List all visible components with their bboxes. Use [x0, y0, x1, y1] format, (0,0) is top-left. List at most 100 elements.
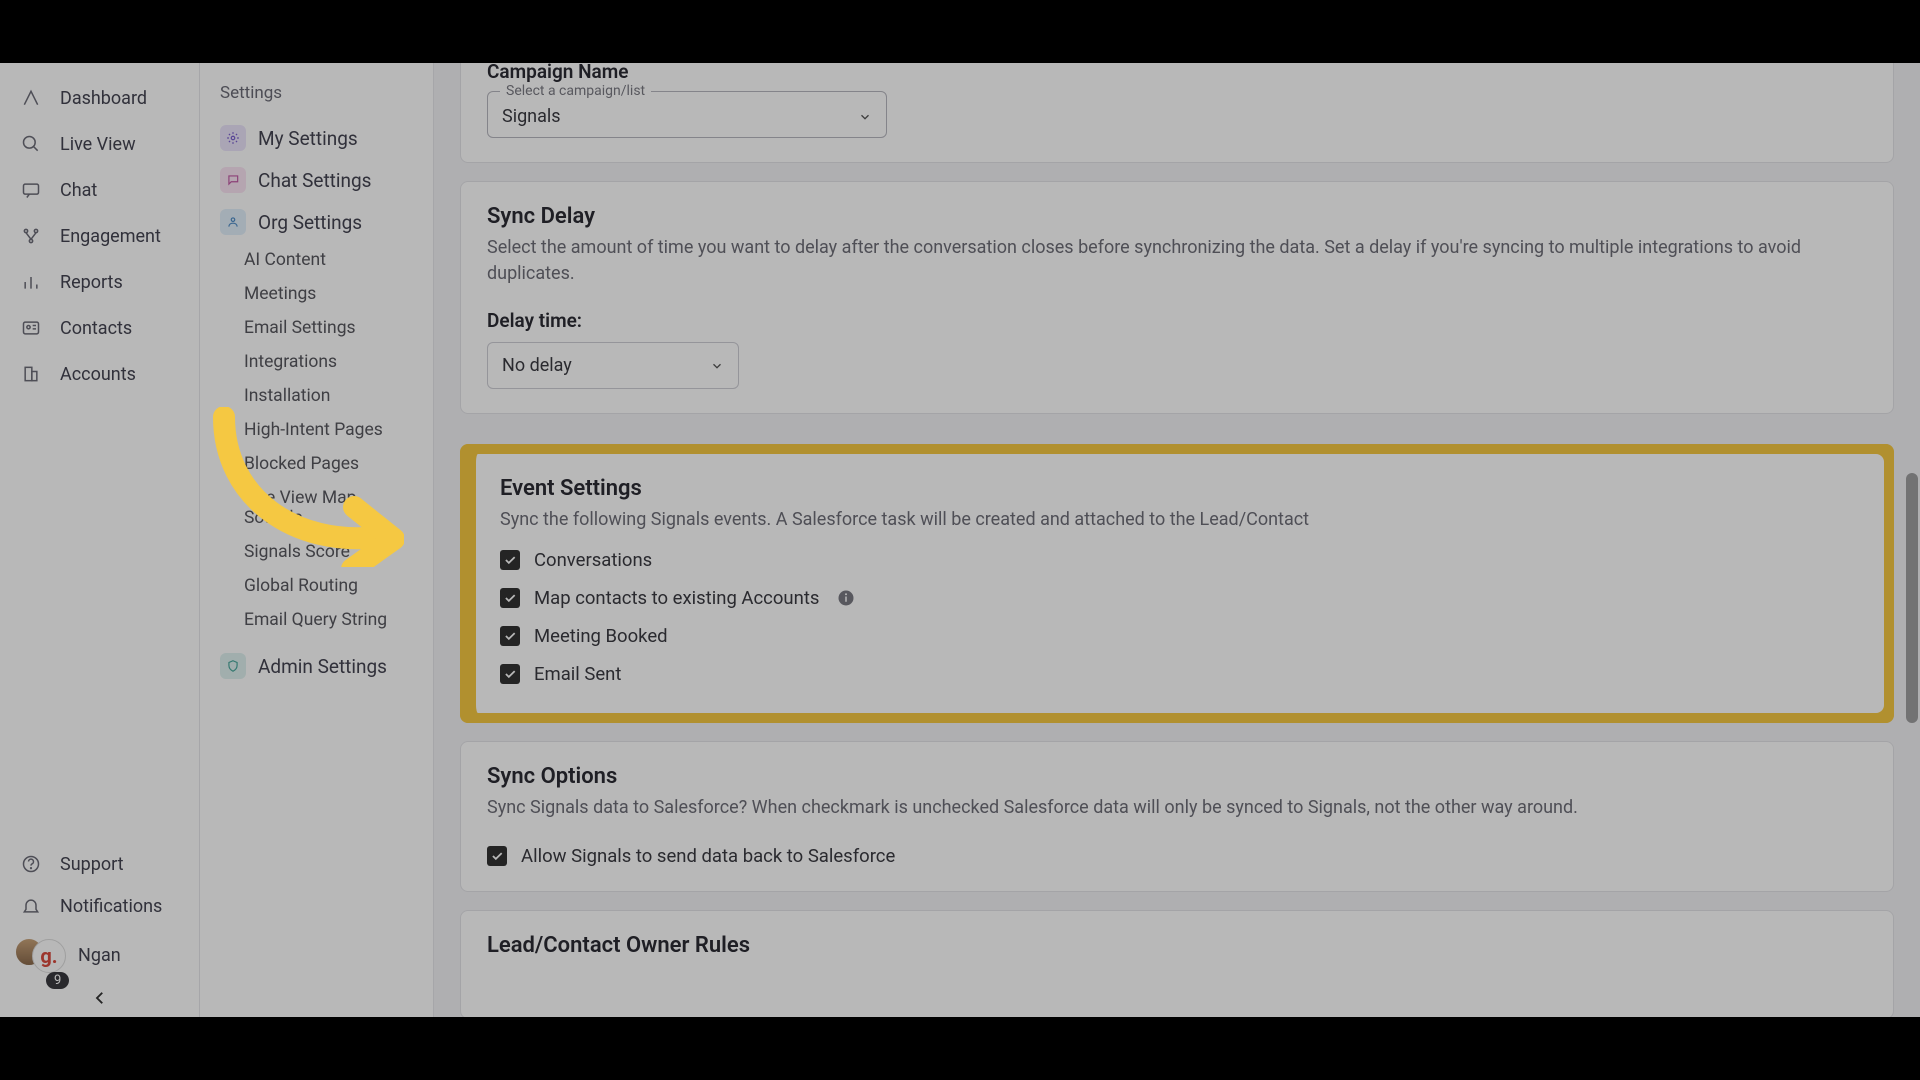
nav-label: Engagement: [60, 226, 161, 247]
nav-chat[interactable]: Chat: [0, 167, 199, 213]
event-row-email-sent: Email Sent: [500, 663, 1860, 685]
avatar-org: g.: [32, 939, 66, 973]
nav-label: Notifications: [60, 896, 162, 917]
collapse-nav-button[interactable]: [0, 983, 200, 1017]
scrollbar-thumb[interactable]: [1906, 473, 1918, 723]
sync-options-card: Sync Options Sync Signals data to Salesf…: [460, 741, 1894, 892]
cat-label: Org Settings: [258, 211, 362, 234]
event-settings-highlight: Event Settings Sync the following Signal…: [460, 444, 1894, 723]
sub-label: Signals Score: [244, 542, 350, 562]
app-viewport: Dashboard Live View Chat Engagement Repo…: [0, 63, 1920, 1017]
event-label: Conversations: [534, 549, 652, 571]
sub-label: Blocked Pages: [244, 454, 359, 474]
nav-label: Live View: [60, 134, 136, 155]
subnav-email-query[interactable]: Email Query String: [200, 603, 433, 637]
subnav-integrations[interactable]: Integrations: [200, 345, 433, 379]
checkbox-email-sent[interactable]: [500, 664, 520, 684]
avatar-initial: g.: [40, 944, 57, 968]
subnav-live-view-sounds[interactable]: Live View Map Sounds: [200, 481, 433, 535]
new-indicator-icon: •: [352, 532, 359, 557]
subnav-high-intent[interactable]: High-Intent Pages: [200, 413, 433, 447]
globe-search-icon: [20, 133, 42, 155]
chevron-down-icon: [858, 110, 872, 124]
cat-label: My Settings: [258, 127, 358, 150]
nav-reports[interactable]: Reports: [0, 259, 199, 305]
sub-label: Live View Map Sounds: [244, 488, 356, 528]
subnav-blocked-pages[interactable]: Blocked Pages: [200, 447, 433, 481]
logo-icon: [20, 87, 42, 109]
campaign-select[interactable]: Select a campaign/list Signals: [487, 91, 887, 138]
sub-label: High-Intent Pages: [244, 420, 383, 440]
checkbox-conversations[interactable]: [500, 550, 520, 570]
sync-options-row: Allow Signals to send data back to Sales…: [487, 845, 1867, 867]
nav-chat-settings[interactable]: Chat Settings: [200, 159, 433, 201]
checkbox-allow-send-back[interactable]: [487, 846, 507, 866]
subnav-email-settings[interactable]: Email Settings: [200, 311, 433, 345]
info-icon[interactable]: [837, 589, 855, 607]
cat-label: Chat Settings: [258, 169, 371, 192]
nav-label: Support: [60, 854, 124, 875]
checkbox-meeting-booked[interactable]: [500, 626, 520, 646]
event-label: Meeting Booked: [534, 625, 668, 647]
chevron-down-icon: [710, 359, 724, 373]
bell-icon: [20, 895, 42, 917]
nav-support[interactable]: Support: [0, 843, 200, 885]
contact-card-icon: [20, 317, 42, 339]
nav-dashboard[interactable]: Dashboard: [0, 75, 199, 121]
sync-options-title: Sync Options: [487, 764, 1867, 789]
settings-nav: Settings My Settings Chat Settings Org S…: [200, 63, 434, 1017]
nav-label: Accounts: [60, 364, 136, 385]
primary-nav: Dashboard Live View Chat Engagement Repo…: [0, 63, 200, 1017]
event-settings-title: Event Settings: [500, 476, 1860, 501]
person-icon: [220, 209, 246, 235]
nav-admin-settings[interactable]: Admin Settings: [200, 645, 433, 687]
delay-time-label: Delay time:: [487, 309, 1867, 332]
nav-engagement[interactable]: Engagement: [0, 213, 199, 259]
gear-icon: [220, 125, 246, 151]
event-row-conversations: Conversations: [500, 549, 1860, 571]
nav-accounts[interactable]: Accounts: [0, 351, 199, 397]
nav-notifications[interactable]: Notifications: [0, 885, 200, 927]
notification-count-badge: 9: [46, 972, 69, 989]
nav-label: Contacts: [60, 318, 132, 339]
subnav-ai-content[interactable]: AI Content: [200, 243, 433, 277]
nav-org-settings[interactable]: Org Settings: [200, 201, 433, 243]
subnav-global-routing[interactable]: Global Routing: [200, 569, 433, 603]
lead-owner-title: Lead/Contact Owner Rules: [487, 933, 1867, 958]
chat-bubble-icon: [220, 167, 246, 193]
delay-time-select[interactable]: No delay: [487, 342, 739, 389]
cat-label: Admin Settings: [258, 655, 387, 678]
checkbox-map-contacts[interactable]: [500, 588, 520, 608]
sub-label: Email Settings: [244, 318, 356, 338]
sub-label: Integrations: [244, 352, 337, 372]
nav-contacts[interactable]: Contacts: [0, 305, 199, 351]
campaign-name-label: Campaign Name: [487, 63, 1867, 83]
sync-delay-title: Sync Delay: [487, 204, 1867, 229]
delay-value: No delay: [502, 355, 572, 376]
event-row-meeting-booked: Meeting Booked: [500, 625, 1860, 647]
shield-user-icon: [220, 653, 246, 679]
sync-check-label: Allow Signals to send data back to Sales…: [521, 845, 895, 867]
subnav-signals-score[interactable]: Signals Score•: [200, 535, 433, 569]
sub-label: Installation: [244, 386, 330, 406]
help-icon: [20, 853, 42, 875]
nav-label: Dashboard: [60, 88, 147, 109]
nav-label: Chat: [60, 180, 97, 201]
subnav-installation[interactable]: Installation: [200, 379, 433, 413]
letterbox-bottom: [0, 1017, 1920, 1080]
subnav-meetings[interactable]: Meetings: [200, 277, 433, 311]
event-settings-desc: Sync the following Signals events. A Sal…: [500, 507, 1860, 533]
nav-live-view[interactable]: Live View: [0, 121, 199, 167]
nav-my-settings[interactable]: My Settings: [200, 117, 433, 159]
sub-label: Meetings: [244, 284, 316, 304]
sync-delay-card: Sync Delay Select the amount of time you…: [460, 181, 1894, 414]
sub-label: Email Query String: [244, 610, 387, 630]
event-label: Email Sent: [534, 663, 621, 685]
primary-nav-bottom: Support Notifications g. 9 Ngan: [0, 843, 200, 1017]
avatar-stack: g.: [14, 937, 60, 973]
event-label: Map contacts to existing Accounts: [534, 587, 819, 609]
user-menu[interactable]: g. 9 Ngan: [0, 927, 200, 983]
event-row-map-contacts: Map contacts to existing Accounts: [500, 587, 1860, 609]
chat-icon: [20, 179, 42, 201]
sync-options-desc: Sync Signals data to Salesforce? When ch…: [487, 795, 1867, 821]
